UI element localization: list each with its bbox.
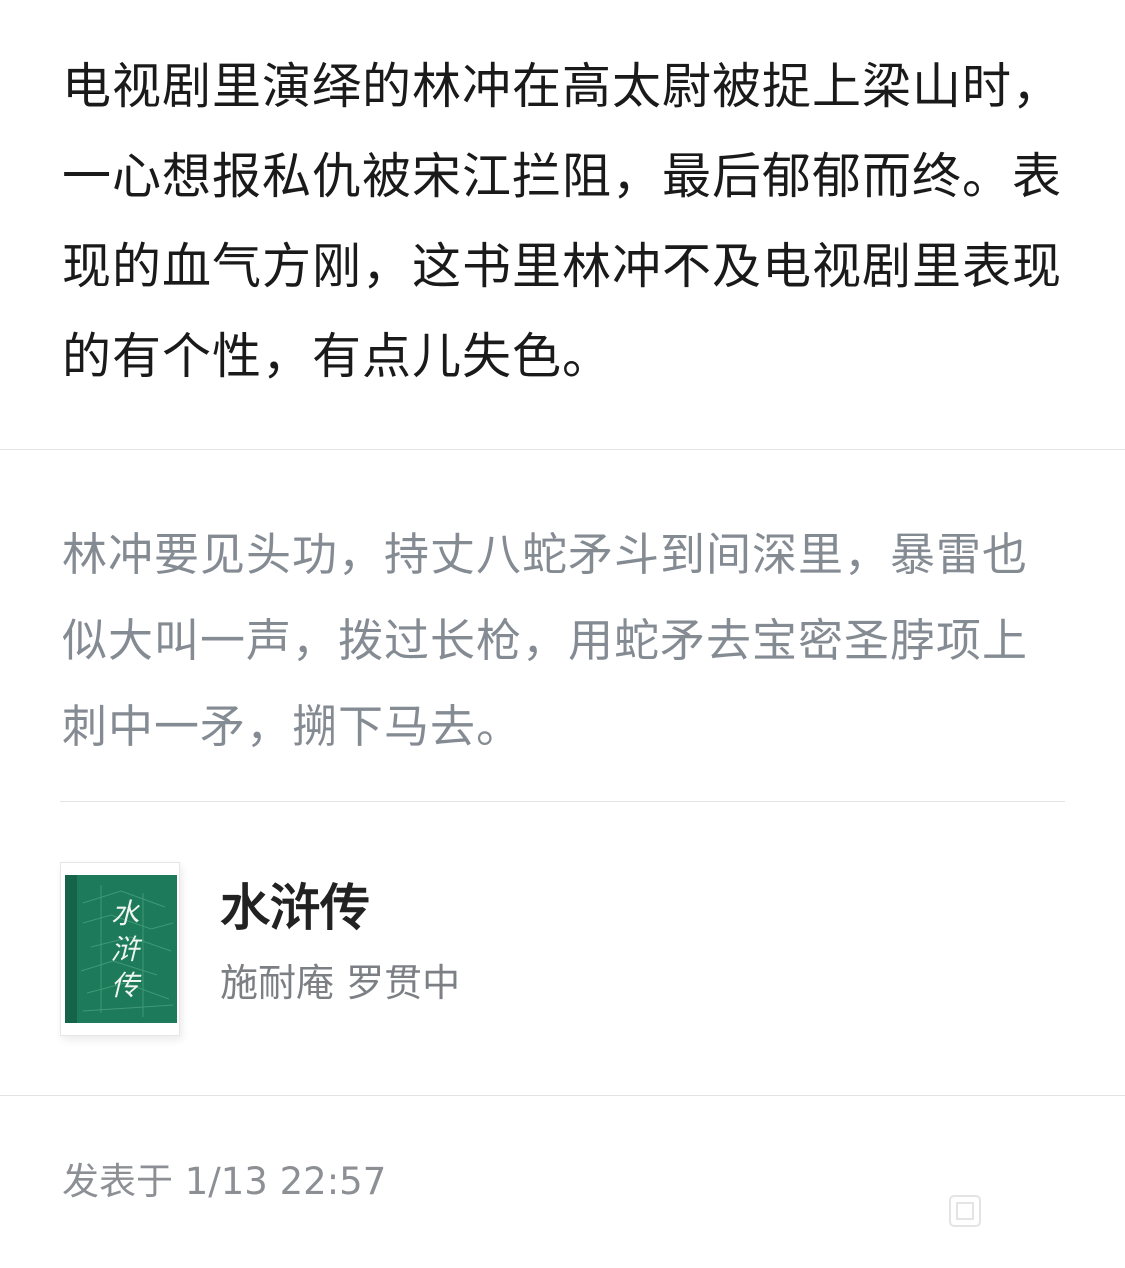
book-title[interactable]: 水浒传: [220, 876, 370, 940]
divider: [0, 1095, 1125, 1096]
review-comment-text: 电视剧里演绎的林冲在高太尉被捉上梁山时，一心想报私仇被宋江拦阻，最后郁郁而终。表…: [62, 58, 1063, 385]
divider: [0, 449, 1125, 450]
cover-title-char: 水: [111, 897, 141, 930]
book-excerpt-quote: 林冲要见头功，持丈八蛇矛斗到间深里，暴雷也似大叫一声，拨过长枪，用蛇矛去宝密圣脖…: [62, 528, 1029, 753]
book-card[interactable]: 水浒传 水浒传 施耐庵 罗贯中: [60, 862, 1065, 1038]
cover-title-char: 传: [111, 969, 142, 1002]
watermark-icon: [949, 1195, 981, 1227]
cover-title-char: 浒: [111, 933, 143, 966]
book-cover-icon[interactable]: 水浒传: [60, 862, 180, 1036]
divider: [60, 801, 1065, 802]
book-author: 施耐庵 罗贯中: [220, 961, 461, 1005]
post-timestamp: 发表于 1/13 22:57: [62, 1160, 387, 1203]
